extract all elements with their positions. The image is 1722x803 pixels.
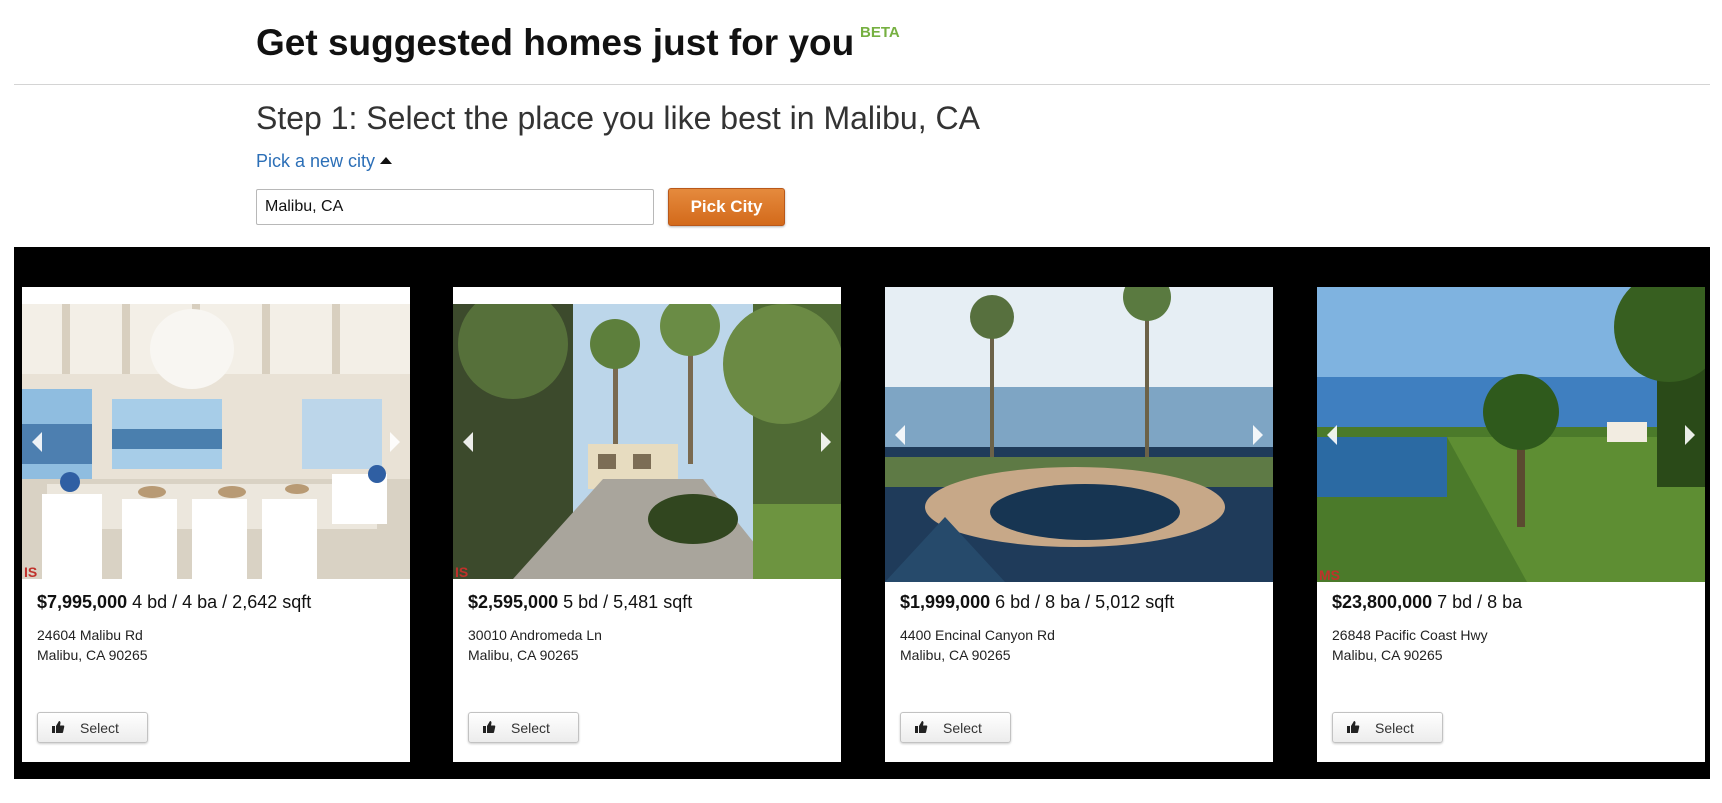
listing-price: $23,800,000 — [1332, 592, 1433, 612]
listing-city: Malibu, CA 90265 — [1332, 647, 1443, 663]
listing-city: Malibu, CA 90265 — [468, 647, 579, 663]
listing-summary: $1,999,000 6 bd / 8 ba / 5,012 sqft — [900, 592, 1174, 613]
driveway-photo: IS — [453, 304, 841, 579]
listing-street: 30010 Andromeda Ln — [468, 627, 602, 643]
select-label: Select — [80, 720, 119, 736]
select-button[interactable]: Select — [1332, 712, 1443, 743]
listing-card: MS $23,800,000 7 bd / 8 ba 26848 Pacific… — [1317, 287, 1705, 762]
pick-new-city-link[interactable]: Pick a new city — [256, 151, 393, 172]
listing-city: Malibu, CA 90265 — [900, 647, 1011, 663]
city-input[interactable] — [256, 189, 654, 225]
caret-left-icon[interactable] — [32, 431, 42, 452]
pick-new-city-label: Pick a new city — [256, 151, 376, 171]
listing-card: IS $7,995,000 4 bd / 4 ba / 2,642 sqft 2… — [22, 287, 410, 762]
thumbs-up-icon — [1347, 721, 1360, 733]
interior-photo: IS — [22, 304, 410, 579]
listing-summary: $2,595,000 5 bd / 5,481 sqft — [468, 592, 692, 613]
listing-details: 7 bd / 8 ba — [1437, 592, 1523, 612]
caret-up-icon — [380, 157, 393, 164]
caret-right-icon[interactable] — [821, 431, 831, 452]
svg-text:IS: IS — [455, 564, 468, 579]
listing-card: $1,999,000 6 bd / 8 ba / 5,012 sqft 4400… — [885, 287, 1273, 762]
caret-left-icon[interactable] — [895, 424, 905, 445]
caret-left-icon[interactable] — [463, 431, 473, 452]
caret-right-icon[interactable] — [390, 431, 400, 452]
listing-details: 6 bd / 8 ba / 5,012 sqft — [995, 592, 1175, 612]
thumbs-up-icon — [52, 721, 65, 733]
listing-summary: $7,995,000 4 bd / 4 ba / 2,642 sqft — [37, 592, 311, 613]
listing-street: 26848 Pacific Coast Hwy — [1332, 627, 1488, 643]
page-title: Get suggested homes just for you — [256, 22, 855, 63]
pool-photo — [885, 287, 1273, 582]
select-label: Select — [511, 720, 550, 736]
select-button[interactable]: Select — [37, 712, 148, 743]
listing-street: 24604 Malibu Rd — [37, 627, 143, 643]
listing-details: 5 bd / 5,481 sqft — [563, 592, 693, 612]
thumbs-up-icon — [915, 721, 928, 733]
listing-price: $7,995,000 — [37, 592, 128, 612]
listing-card: IS $2,595,000 5 bd / 5,481 sqft 30010 An… — [453, 287, 841, 762]
listing-price: $2,595,000 — [468, 592, 559, 612]
listing-photo[interactable]: MS — [1317, 287, 1705, 582]
beta-badge: BETA — [860, 24, 900, 41]
listing-photo[interactable]: IS — [453, 304, 841, 579]
svg-text:MS: MS — [1319, 567, 1340, 582]
pick-city-button[interactable]: Pick City — [668, 188, 785, 226]
select-button[interactable]: Select — [900, 712, 1011, 743]
caret-right-icon[interactable] — [1253, 424, 1263, 445]
listing-photo[interactable]: IS — [22, 304, 410, 579]
select-label: Select — [1375, 720, 1414, 736]
listing-price: $1,999,000 — [900, 592, 991, 612]
svg-text:IS: IS — [24, 564, 37, 579]
caret-left-icon[interactable] — [1327, 424, 1337, 445]
step-title: Step 1: Select the place you like best i… — [256, 100, 980, 136]
estate-photo: MS — [1317, 287, 1705, 582]
select-button[interactable]: Select — [468, 712, 579, 743]
listing-street: 4400 Encinal Canyon Rd — [900, 627, 1055, 643]
header-divider — [14, 84, 1710, 85]
listing-photo[interactable] — [885, 287, 1273, 582]
listing-details: 4 bd / 4 ba / 2,642 sqft — [132, 592, 312, 612]
caret-right-icon[interactable] — [1685, 424, 1695, 445]
select-label: Select — [943, 720, 982, 736]
thumbs-up-icon — [483, 721, 496, 733]
listing-city: Malibu, CA 90265 — [37, 647, 148, 663]
listing-summary: $23,800,000 7 bd / 8 ba — [1332, 592, 1522, 613]
